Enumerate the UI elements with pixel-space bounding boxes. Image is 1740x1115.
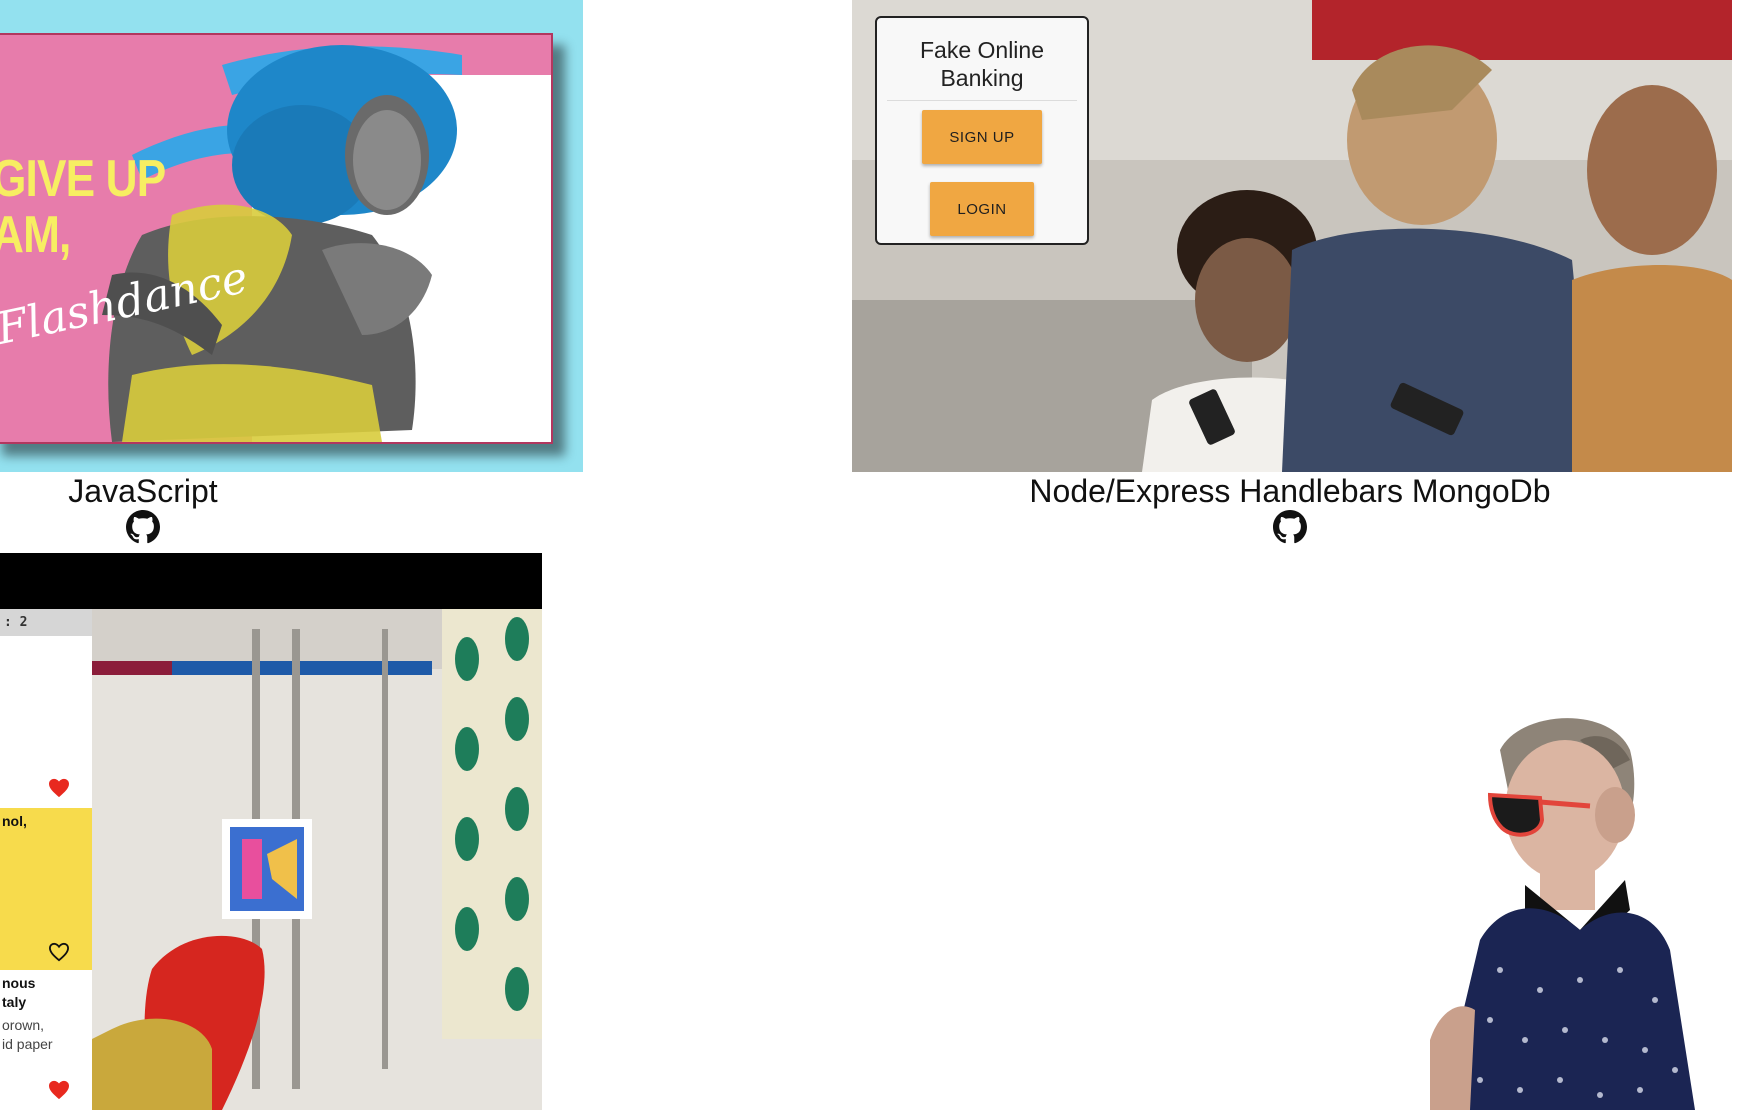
github-icon[interactable] xyxy=(126,510,160,544)
project-caption-javascript: JavaScript xyxy=(68,473,218,509)
list-item[interactable]: nol, xyxy=(0,808,92,970)
sign-up-button[interactable]: SIGN UP xyxy=(922,110,1042,164)
github-icon[interactable] xyxy=(1273,510,1307,544)
project-caption-node: Node/Express Handlebars MongoDb xyxy=(1029,473,1551,509)
poster-card: GIVE UP AM, Flashdance xyxy=(0,33,553,444)
list-item[interactable] xyxy=(0,636,92,808)
heart-outline-icon[interactable] xyxy=(48,942,70,962)
bank-app-title: Fake Online Banking xyxy=(919,37,1044,91)
poster-headline: GIVE UP AM, xyxy=(0,150,166,264)
heart-filled-icon[interactable] xyxy=(48,778,70,798)
divider xyxy=(887,100,1077,101)
collection-list: nol, nous taly orown, id paper xyxy=(0,636,92,1110)
login-button[interactable]: LOGIN xyxy=(930,182,1034,236)
project-image-museum-app[interactable]: : 2 nol, nous taly orown, id paper xyxy=(0,553,542,1110)
project-image-flashdance[interactable]: GIVE UP AM, Flashdance xyxy=(0,0,583,472)
list-item[interactable]: nous taly orown, id paper xyxy=(0,970,92,1110)
avatar xyxy=(1430,710,1710,1110)
gallery-photo xyxy=(92,609,542,1110)
bank-app-card: Fake Online Banking SIGN UP LOGIN xyxy=(875,16,1089,245)
list-header: : 2 xyxy=(0,609,92,636)
app-top-bar xyxy=(0,553,542,609)
heart-filled-icon[interactable] xyxy=(48,1080,70,1100)
